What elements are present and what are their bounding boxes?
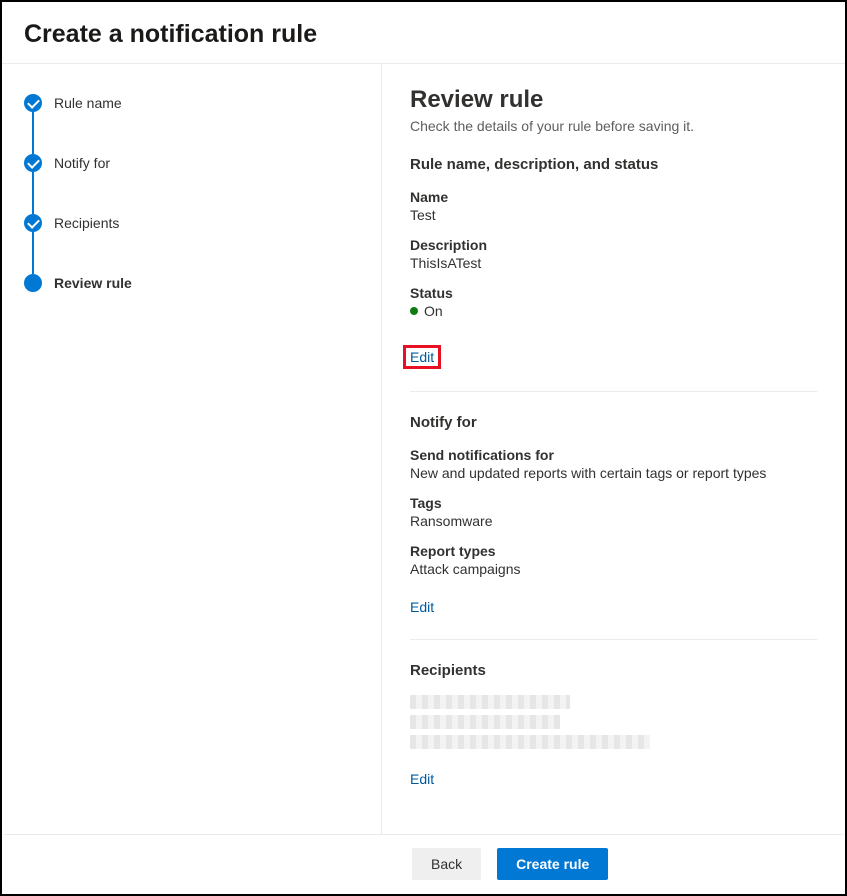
step-connector xyxy=(32,232,34,274)
section-notify-for: Notify for Send notifications for New an… xyxy=(410,414,817,617)
section-rule-name: Rule name, description, and status Name … xyxy=(410,156,817,369)
step-label: Notify for xyxy=(54,154,110,172)
check-icon xyxy=(24,154,42,172)
description-value: ThisIsATest xyxy=(410,255,817,271)
status-on-icon xyxy=(410,307,418,315)
step-connector xyxy=(32,112,34,154)
dialog-body: Rule name Notify for Recipients Review r… xyxy=(2,64,845,840)
redacted-recipient xyxy=(410,715,560,729)
step-connector xyxy=(32,172,34,214)
step-notify-for[interactable]: Notify for xyxy=(24,154,361,214)
status-label: Status xyxy=(410,285,817,301)
section-recipients: Recipients Edit xyxy=(410,662,817,789)
description-label: Description xyxy=(410,237,817,253)
step-label: Recipients xyxy=(54,214,119,232)
recipients-list-redacted xyxy=(410,695,817,749)
review-subtitle: Check the details of your rule before sa… xyxy=(410,118,817,134)
check-icon xyxy=(24,94,42,112)
edit-notify-for-link[interactable]: Edit xyxy=(410,599,434,615)
section-divider xyxy=(410,391,817,392)
name-value: Test xyxy=(410,207,817,223)
dialog-title: Create a notification rule xyxy=(24,20,823,49)
dialog-footer: Back Create rule xyxy=(4,834,843,892)
review-title: Review rule xyxy=(410,86,817,114)
section-heading: Rule name, description, and status xyxy=(410,156,817,173)
report-types-value: Attack campaigns xyxy=(410,561,817,577)
tags-value: Ransomware xyxy=(410,513,817,529)
dialog-header: Create a notification rule xyxy=(2,2,845,64)
redacted-recipient xyxy=(410,735,650,749)
review-panel: Review rule Check the details of your ru… xyxy=(382,64,845,840)
step-review-rule[interactable]: Review rule xyxy=(24,274,361,292)
create-rule-button[interactable]: Create rule xyxy=(497,848,608,880)
step-rule-name[interactable]: Rule name xyxy=(24,94,361,154)
section-heading: Recipients xyxy=(410,662,817,679)
step-label: Review rule xyxy=(54,274,132,292)
section-heading: Notify for xyxy=(410,414,817,431)
tags-label: Tags xyxy=(410,495,817,511)
current-step-icon xyxy=(24,274,42,292)
edit-recipients-link[interactable]: Edit xyxy=(410,771,434,787)
send-for-label: Send notifications for xyxy=(410,447,817,463)
send-for-value: New and updated reports with certain tag… xyxy=(410,465,817,481)
redacted-recipient xyxy=(410,695,570,709)
step-recipients[interactable]: Recipients xyxy=(24,214,361,274)
section-divider xyxy=(410,639,817,640)
report-types-label: Report types xyxy=(410,543,817,559)
name-label: Name xyxy=(410,189,817,205)
back-button[interactable]: Back xyxy=(412,848,481,880)
step-label: Rule name xyxy=(54,94,122,112)
check-icon xyxy=(24,214,42,232)
wizard-steps-sidebar: Rule name Notify for Recipients Review r… xyxy=(2,64,382,840)
status-value: On xyxy=(424,303,443,319)
edit-rule-name-link[interactable]: Edit xyxy=(403,345,441,369)
status-value-row: On xyxy=(410,303,817,319)
